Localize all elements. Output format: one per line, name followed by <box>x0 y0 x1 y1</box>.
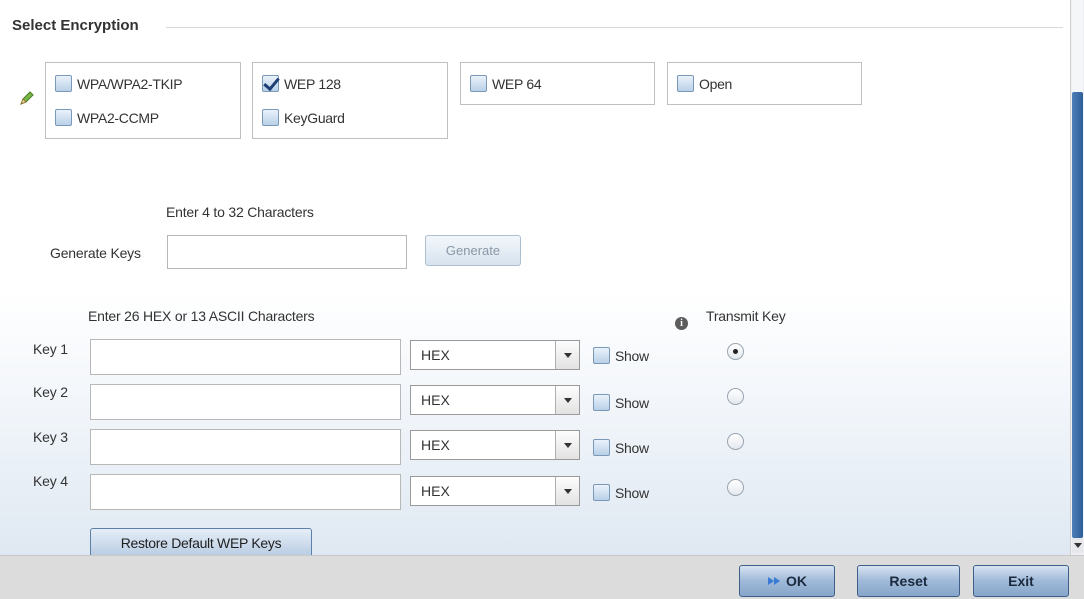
ok-arrow-icon <box>768 577 780 585</box>
checkbox[interactable] <box>55 109 72 126</box>
encryption-group-wpa: WPA/WPA2-TKIP WPA2-CCMP <box>45 62 241 139</box>
chevron-down-icon[interactable] <box>555 386 579 414</box>
scrollbar-thumb[interactable] <box>1072 92 1083 538</box>
vertical-scrollbar[interactable] <box>1070 0 1084 555</box>
transmit-key-1-radio[interactable] <box>727 343 744 360</box>
checkbox-checked[interactable] <box>262 75 279 92</box>
ok-button-label: OK <box>786 573 807 589</box>
key-4-input[interactable] <box>90 474 401 510</box>
checkbox-label: WPA/WPA2-TKIP <box>77 75 183 92</box>
select-value: HEX <box>421 437 450 453</box>
transmit-key-4-radio[interactable] <box>727 479 744 496</box>
key-label: Key 1 <box>33 341 68 357</box>
checkbox[interactable] <box>677 75 694 92</box>
key-4-format-select[interactable]: HEX <box>410 476 580 506</box>
key-1-format-select[interactable]: HEX <box>410 340 580 370</box>
exit-button[interactable]: Exit <box>973 565 1069 597</box>
encryption-group-wep64: WEP 64 <box>460 62 655 105</box>
checkbox-label: WPA2-CCMP <box>77 109 159 126</box>
checkbox-label: Open <box>699 75 733 92</box>
key-2-input[interactable] <box>90 384 401 420</box>
pencil-icon <box>20 91 34 105</box>
generate-button[interactable]: Generate <box>425 235 521 266</box>
keys-hint: Enter 26 HEX or 13 ASCII Characters <box>88 308 315 324</box>
transmit-key-2-radio[interactable] <box>727 388 744 405</box>
encryption-group-wep128: WEP 128 KeyGuard <box>252 62 448 139</box>
checkbox[interactable] <box>262 109 279 126</box>
scroll-down-arrow-icon[interactable] <box>1072 538 1083 553</box>
chevron-down-icon[interactable] <box>555 341 579 369</box>
info-icon[interactable]: i <box>675 317 688 330</box>
key-label: Key 4 <box>33 473 68 489</box>
checkbox-label: WEP 64 <box>492 75 542 92</box>
select-value: HEX <box>421 347 450 363</box>
transmit-key-label: Transmit Key <box>706 308 786 324</box>
scrollbar-track[interactable] <box>1072 0 1083 92</box>
generate-keys-label: Generate Keys <box>50 245 141 261</box>
checkbox[interactable] <box>470 75 487 92</box>
checkbox-label: Show <box>615 439 649 456</box>
encryption-option-open[interactable]: Open <box>677 75 732 92</box>
transmit-key-3-radio[interactable] <box>727 433 744 450</box>
encryption-option-keyguard[interactable]: KeyGuard <box>262 109 345 126</box>
wep-keys-panel <box>0 293 1070 555</box>
chevron-down-icon[interactable] <box>555 477 579 505</box>
section-title: Select Encryption <box>12 17 139 34</box>
select-value: HEX <box>421 483 450 499</box>
checkbox-label: Show <box>615 484 649 501</box>
checkbox[interactable] <box>593 394 610 411</box>
checkbox[interactable] <box>593 439 610 456</box>
generate-keys-hint: Enter 4 to 32 Characters <box>166 204 314 220</box>
key-2-show-toggle[interactable]: Show <box>593 394 649 411</box>
section-divider <box>166 27 1063 28</box>
generate-keys-input[interactable] <box>167 235 407 269</box>
encryption-group-open: Open <box>667 62 862 105</box>
key-label: Key 3 <box>33 429 68 445</box>
wep-configuration-page: Select Encryption WPA/WPA2-TKIP WPA2-CCM… <box>0 0 1070 599</box>
key-4-show-toggle[interactable]: Show <box>593 484 649 501</box>
restore-default-wep-keys-button[interactable]: Restore Default WEP Keys <box>90 528 312 558</box>
checkbox[interactable] <box>593 347 610 364</box>
reset-button[interactable]: Reset <box>857 565 960 597</box>
checkbox-label: Show <box>615 347 649 364</box>
key-label: Key 2 <box>33 384 68 400</box>
chevron-down-icon[interactable] <box>555 431 579 459</box>
key-3-format-select[interactable]: HEX <box>410 430 580 460</box>
key-2-format-select[interactable]: HEX <box>410 385 580 415</box>
checkbox-label: Show <box>615 394 649 411</box>
ok-button[interactable]: OK <box>739 565 835 597</box>
encryption-option-wep128[interactable]: WEP 128 <box>262 75 341 92</box>
key-1-input[interactable] <box>90 339 401 375</box>
encryption-option-wpa-tkip[interactable]: WPA/WPA2-TKIP <box>55 75 183 92</box>
checkbox-label: KeyGuard <box>284 109 345 126</box>
key-1-show-toggle[interactable]: Show <box>593 347 649 364</box>
checkbox-label: WEP 128 <box>284 75 341 92</box>
key-3-input[interactable] <box>90 429 401 465</box>
encryption-option-wpa2-ccmp[interactable]: WPA2-CCMP <box>55 109 159 126</box>
checkbox[interactable] <box>593 484 610 501</box>
checkbox[interactable] <box>55 75 72 92</box>
key-3-show-toggle[interactable]: Show <box>593 439 649 456</box>
select-value: HEX <box>421 392 450 408</box>
encryption-option-wep64[interactable]: WEP 64 <box>470 75 542 92</box>
